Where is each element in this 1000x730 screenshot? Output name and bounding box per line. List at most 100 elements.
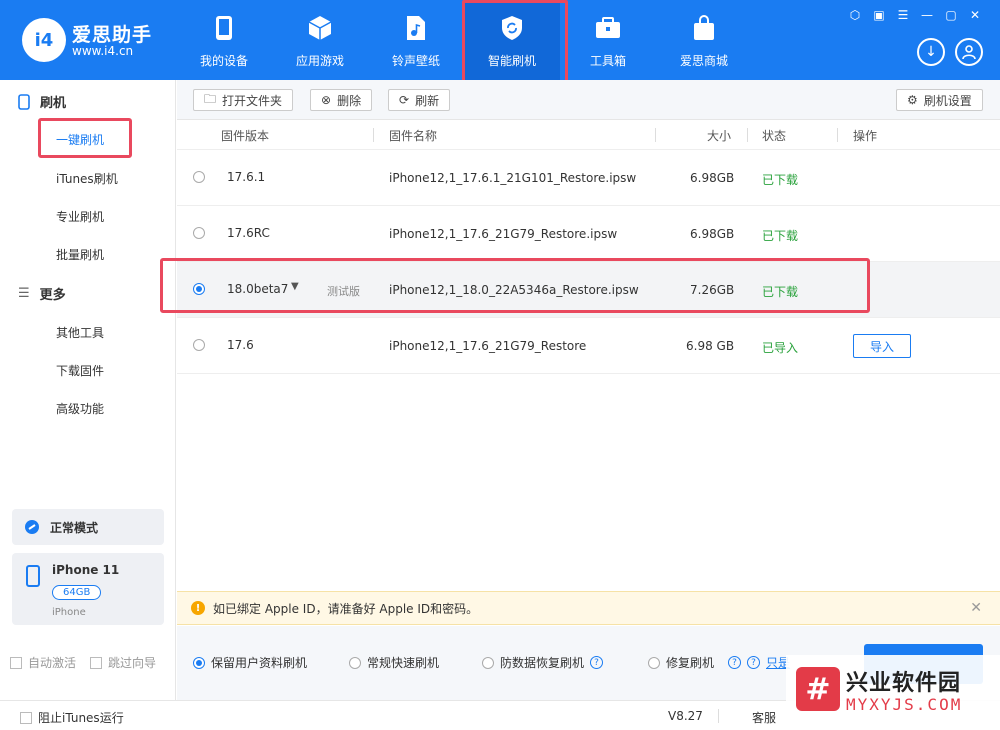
notice-text: 如已绑定 Apple ID，请准备好 Apple ID和密码。 [213,601,479,616]
help-icon[interactable]: ? [728,656,742,669]
nav-label: 我的设备 [199,54,248,68]
sidebar-item-itunes-flash[interactable]: iTunes刷机 [56,170,118,187]
customer-service-link[interactable]: 客服 [752,709,776,726]
sidebar-item-other-tools[interactable]: 其他工具 [56,324,104,341]
column-header-version[interactable]: 固件版本 [221,127,269,144]
option-label: 保留用户资料刷机 [211,656,308,670]
selection-highlight-box [38,118,132,158]
column-header-status[interactable]: 状态 [762,127,786,144]
logo-url: www.i4.cn [72,44,134,58]
firmware-name: iPhone12,1_17.6_21G79_Restore [389,339,587,353]
open-folder-button[interactable]: 🗀 打开文件夹 [193,89,294,111]
row-radio[interactable] [193,171,205,183]
table-row[interactable]: 17.6 iPhone12,1_17.6_21G79_Restore 6.98 … [177,318,1000,374]
shopping-bag-icon [690,14,718,42]
nav-ringtones[interactable]: 铃声壁纸 [368,0,464,80]
nav-apps-games[interactable]: 应用游戏 [272,0,368,80]
link-icon [25,520,39,534]
music-file-icon [402,14,430,42]
option-anti-recovery-radio[interactable]: 防数据恢复刷机 ? [482,654,604,671]
checkbox-label: 跳过向导 [108,656,157,670]
watermark-logo-icon: # [796,667,840,711]
skin-icon[interactable]: ⬡ [848,8,862,22]
minimize-icon[interactable]: — [920,8,934,22]
watermark-title: 兴业软件园 [846,671,962,696]
import-button[interactable]: 导入 [853,334,911,358]
warning-icon: ! [191,601,205,615]
hamburger-icon: ☰ [18,286,30,301]
sidebar-group-more[interactable]: ☰ 更多 [18,284,66,303]
app-logo[interactable]: i4 爱思助手 www.i4.cn [22,16,172,64]
button-label: 刷机设置 [923,93,972,108]
column-header-action[interactable]: 操作 [853,127,877,144]
app-version: V8.27 [668,709,703,723]
firmware-status: 已下载 [762,229,799,243]
nav-label: 工具箱 [589,54,626,68]
menu-icon[interactable]: ☰ [896,8,910,22]
phone-icon [26,565,40,587]
window-controls: ⬡ ▣ ☰ — ▢ ✕ [848,8,982,22]
device-mode-card: 正常模式 [12,509,164,545]
download-icon[interactable]: ↓ [917,38,945,66]
column-divider[interactable] [837,128,838,142]
table-row[interactable]: 17.6.1 iPhone12,1_17.6.1_21G101_Restore.… [177,150,1000,206]
button-label: 删除 [337,93,362,108]
skip-guide-checkbox[interactable]: 跳过向导 [90,654,156,671]
auto-activate-checkbox[interactable]: 自动激活 [10,654,76,671]
column-header-size[interactable]: 大小 [707,127,731,144]
device-card[interactable]: iPhone 11 64GB iPhone [12,553,164,625]
user-account-icon[interactable] [955,38,983,66]
nav-store[interactable]: 爱思商城 [656,0,752,80]
firmware-version: 17.6RC [227,226,270,240]
button-label: 刷新 [415,93,440,108]
block-itunes-checkbox[interactable]: 阻止iTunes运行 [20,709,124,726]
top-header: i4 爱思助手 www.i4.cn 我的设备 应用游戏 铃声壁纸 智能刷机 工具… [0,0,1000,86]
nav-toolbox[interactable]: 工具箱 [560,0,656,80]
refresh-shield-icon [498,14,526,42]
device-capacity-badge: 64GB [52,585,102,600]
main-nav: 我的设备 应用游戏 铃声壁纸 智能刷机 工具箱 爱思商城 [176,0,752,86]
nav-smart-flash[interactable]: 智能刷机 [462,0,568,86]
option-repair-flash-radio[interactable]: 修复刷机 ? ? 只是 [648,654,790,671]
firmware-name: iPhone12,1_17.6_21G79_Restore.ipsw [389,227,618,241]
option-quick-flash-radio[interactable]: 常规快速刷机 [349,654,439,671]
close-icon[interactable]: ✕ [970,600,982,616]
feedback-icon[interactable]: ▣ [872,8,886,22]
delete-button[interactable]: ⊗ 删除 [310,89,373,111]
sidebar-item-download-firmware[interactable]: 下载固件 [56,362,104,379]
sidebar-group-flash[interactable]: 刷机 [18,92,66,111]
column-header-name[interactable]: 固件名称 [389,127,437,144]
main-panel: 🗀 打开文件夹 ⊗ 删除 ⟳ 刷新 ⚙ 刷机设置 固件版本 固件名称 大小 状态… [177,80,1000,700]
column-divider[interactable] [655,128,656,142]
apple-id-notice: ! 如已绑定 Apple ID，请准备好 Apple ID和密码。 ✕ [177,591,1000,625]
toolbox-icon [594,14,622,42]
help-icon[interactable]: ? [590,656,604,669]
column-divider[interactable] [747,128,748,142]
device-mode: 正常模式 [50,520,99,535]
gear-icon: ⚙ [907,93,918,107]
maximize-icon[interactable]: ▢ [944,8,958,22]
delete-circle-icon: ⊗ [321,93,332,107]
close-icon[interactable]: ✕ [968,8,982,22]
toolbar: 🗀 打开文件夹 ⊗ 删除 ⟳ 刷新 ⚙ 刷机设置 [177,80,1000,120]
sidebar-item-batch-flash[interactable]: 批量刷机 [56,246,104,263]
row-highlight-box [160,258,870,313]
refresh-button[interactable]: ⟳ 刷新 [388,89,451,111]
watermark-domain: MYXYJS.COM [846,695,963,714]
sidebar-item-pro-flash[interactable]: 专业刷机 [56,208,104,225]
nav-my-device[interactable]: 我的设备 [176,0,272,80]
sidebar-item-advanced[interactable]: 高级功能 [56,400,104,417]
help-icon[interactable]: ? [747,656,761,669]
table-row[interactable]: 17.6RC iPhone12,1_17.6_21G79_Restore.ips… [177,206,1000,262]
flash-settings-button[interactable]: ⚙ 刷机设置 [896,89,983,111]
nav-label: 智能刷机 [487,54,536,68]
firmware-status: 已导入 [762,341,799,355]
divider [718,709,719,723]
site-watermark: # 兴业软件园 MYXYJS.COM [786,655,1000,730]
option-label: 防数据恢复刷机 [500,656,585,670]
row-radio[interactable] [193,227,205,239]
row-radio[interactable] [193,339,205,351]
column-divider[interactable] [373,128,374,142]
cube-icon [306,14,334,42]
option-keep-data-radio[interactable]: 保留用户资料刷机 [193,654,307,671]
